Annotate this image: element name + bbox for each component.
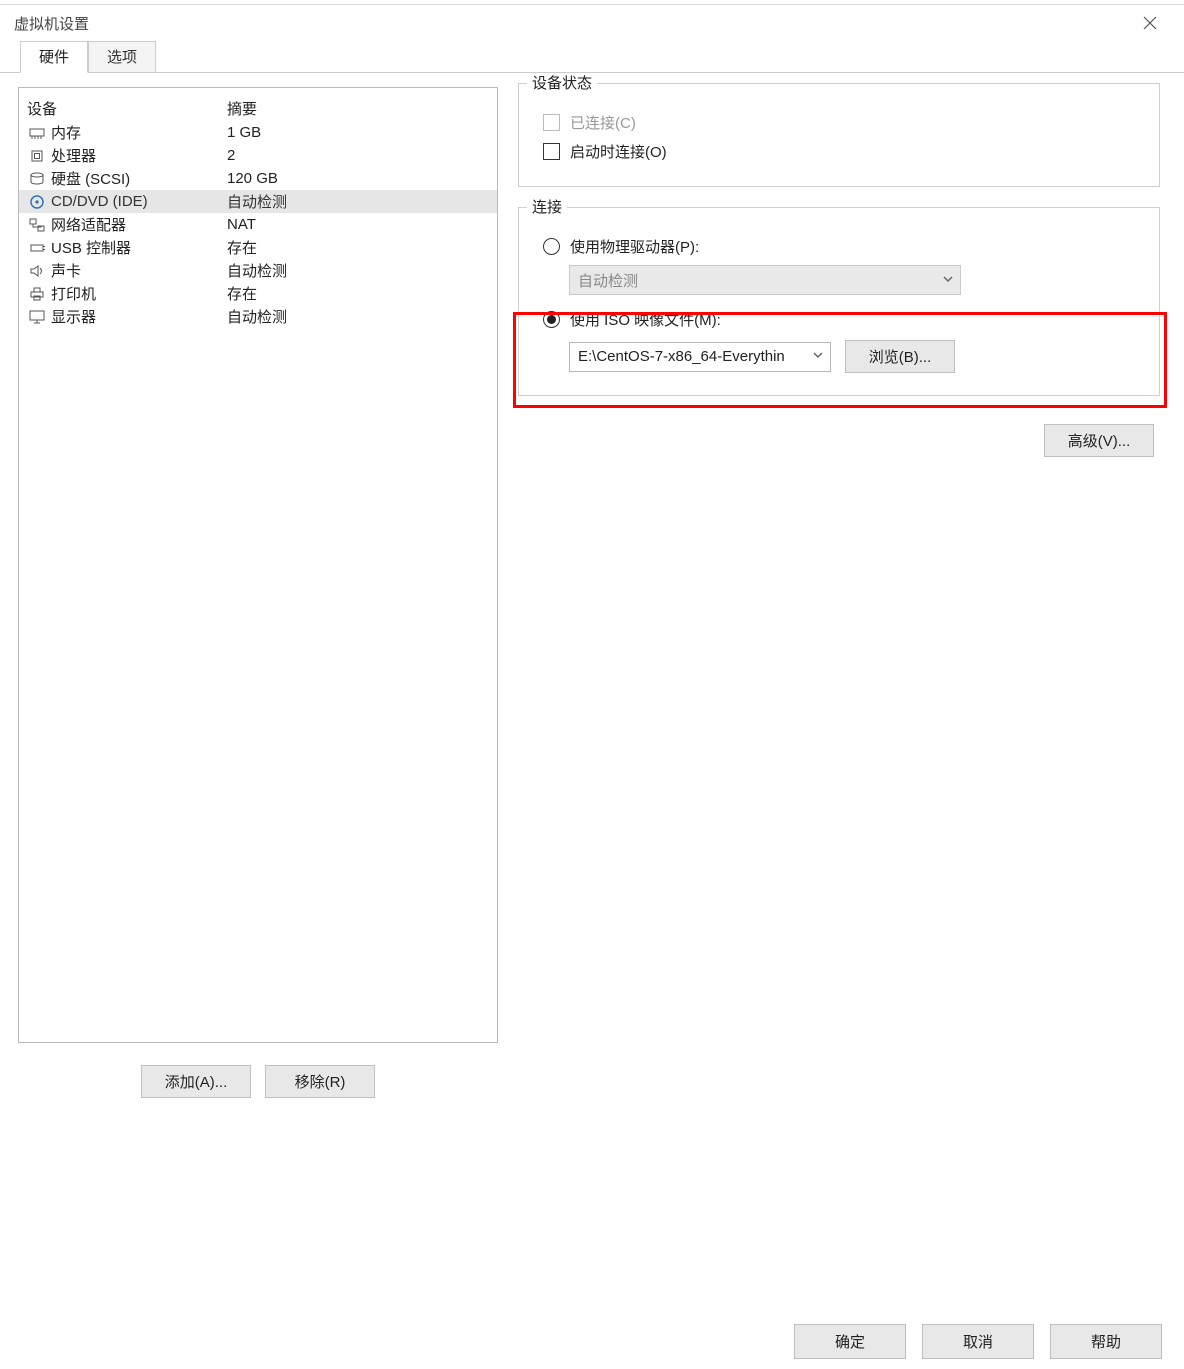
cpu-icon xyxy=(27,146,47,166)
device-label: 硬盘 (SCSI) xyxy=(51,168,227,189)
iso-path-value: E:\CentOS-7-x86_64-Everythin xyxy=(578,348,785,365)
col-header-device: 设备 xyxy=(27,98,227,119)
device-row-usb[interactable]: USB 控制器 存在 xyxy=(19,236,497,259)
device-summary: NAT xyxy=(227,216,489,233)
tab-options[interactable]: 选项 xyxy=(88,41,156,73)
advanced-button[interactable]: 高级(V)... xyxy=(1044,424,1154,457)
device-label: CD/DVD (IDE) xyxy=(51,193,227,210)
device-label: 声卡 xyxy=(51,260,227,281)
device-summary: 存在 xyxy=(227,237,489,258)
device-row-disk[interactable]: 硬盘 (SCSI) 120 GB xyxy=(19,167,497,190)
connection-group: 连接 使用物理驱动器(P): 自动检测 使用 ISO 映像文件(M): xyxy=(518,207,1160,396)
close-icon[interactable] xyxy=(1130,8,1170,38)
device-row-memory[interactable]: 内存 1 GB xyxy=(19,121,497,144)
physical-drive-combo: 自动检测 xyxy=(569,265,961,295)
device-row-cddvd[interactable]: CD/DVD (IDE) 自动检测 xyxy=(19,190,497,213)
device-status-group: 设备状态 已连接(C) 启动时连接(O) xyxy=(518,83,1160,187)
ok-button[interactable]: 确定 xyxy=(794,1324,906,1359)
checkbox-connected[interactable] xyxy=(543,114,560,131)
checkbox-connect-on-start-row[interactable]: 启动时连接(O) xyxy=(543,141,1143,162)
radio-physical[interactable] xyxy=(543,238,560,255)
memory-icon xyxy=(27,123,47,143)
device-summary: 2 xyxy=(227,147,489,164)
device-label: 内存 xyxy=(51,122,227,143)
device-row-network[interactable]: 网络适配器 NAT xyxy=(19,213,497,236)
radio-iso[interactable] xyxy=(543,311,560,328)
col-header-summary: 摘要 xyxy=(227,98,489,119)
iso-path-combo[interactable]: E:\CentOS-7-x86_64-Everythin xyxy=(569,342,831,372)
device-summary: 1 GB xyxy=(227,124,489,141)
device-label: 显示器 xyxy=(51,306,227,327)
device-row-display[interactable]: 显示器 自动检测 xyxy=(19,305,497,328)
device-detail-panel: 设备状态 已连接(C) 启动时连接(O) 连接 使用物理驱动器(P): xyxy=(512,73,1166,1093)
browse-button[interactable]: 浏览(B)... xyxy=(845,340,955,373)
tabstrip: 硬件 选项 xyxy=(0,41,1184,73)
chevron-down-icon xyxy=(942,272,954,289)
radio-physical-label: 使用物理驱动器(P): xyxy=(570,236,699,257)
device-list: 内存 1 GB 处理器 2 硬盘 (SCSI) 120 GB xyxy=(19,121,497,328)
physical-drive-value: 自动检测 xyxy=(578,270,638,291)
cd-icon xyxy=(27,192,47,212)
device-summary: 自动检测 xyxy=(227,191,489,212)
device-row-cpu[interactable]: 处理器 2 xyxy=(19,144,497,167)
group-legend-connection: 连接 xyxy=(527,196,567,217)
device-summary: 自动检测 xyxy=(227,260,489,281)
dialog-footer: 确定 取消 帮助 xyxy=(0,1324,1184,1359)
cancel-button[interactable]: 取消 xyxy=(922,1324,1034,1359)
tab-hardware[interactable]: 硬件 xyxy=(20,41,88,73)
vm-settings-dialog: 虚拟机设置 硬件 选项 设备 摘要 内存 1 GB xyxy=(0,4,1184,1369)
radio-iso-label: 使用 ISO 映像文件(M): xyxy=(570,309,721,330)
device-summary: 自动检测 xyxy=(227,306,489,327)
network-icon xyxy=(27,215,47,235)
device-row-printer[interactable]: 打印机 存在 xyxy=(19,282,497,305)
device-list-header: 设备 摘要 xyxy=(19,96,497,121)
sound-icon xyxy=(27,261,47,281)
left-pane-buttons: 添加(A)... 移除(R) xyxy=(19,1065,497,1098)
radio-physical-row[interactable]: 使用物理驱动器(P): xyxy=(543,236,1143,257)
device-label: 网络适配器 xyxy=(51,214,227,235)
display-icon xyxy=(27,307,47,327)
checkbox-connected-row[interactable]: 已连接(C) xyxy=(543,112,1143,133)
disk-icon xyxy=(27,169,47,189)
titlebar: 虚拟机设置 xyxy=(0,5,1184,41)
device-summary: 120 GB xyxy=(227,170,489,187)
radio-iso-row[interactable]: 使用 ISO 映像文件(M): xyxy=(543,309,1143,330)
device-label: 打印机 xyxy=(51,283,227,304)
device-list-panel: 设备 摘要 内存 1 GB 处理器 2 xyxy=(18,87,498,1043)
device-row-sound[interactable]: 声卡 自动检测 xyxy=(19,259,497,282)
device-summary: 存在 xyxy=(227,283,489,304)
content-area: 设备 摘要 内存 1 GB 处理器 2 xyxy=(0,73,1184,1113)
checkbox-connected-label: 已连接(C) xyxy=(570,112,636,133)
help-button[interactable]: 帮助 xyxy=(1050,1324,1162,1359)
remove-button[interactable]: 移除(R) xyxy=(265,1065,375,1098)
group-legend-status: 设备状态 xyxy=(527,72,597,93)
chevron-down-icon[interactable] xyxy=(812,348,824,365)
checkbox-connect-on-start[interactable] xyxy=(543,143,560,160)
device-label: 处理器 xyxy=(51,145,227,166)
usb-icon xyxy=(27,238,47,258)
printer-icon xyxy=(27,284,47,304)
dialog-title: 虚拟机设置 xyxy=(14,13,89,34)
device-label: USB 控制器 xyxy=(51,237,227,258)
add-button[interactable]: 添加(A)... xyxy=(141,1065,251,1098)
checkbox-connect-on-start-label: 启动时连接(O) xyxy=(570,141,667,162)
